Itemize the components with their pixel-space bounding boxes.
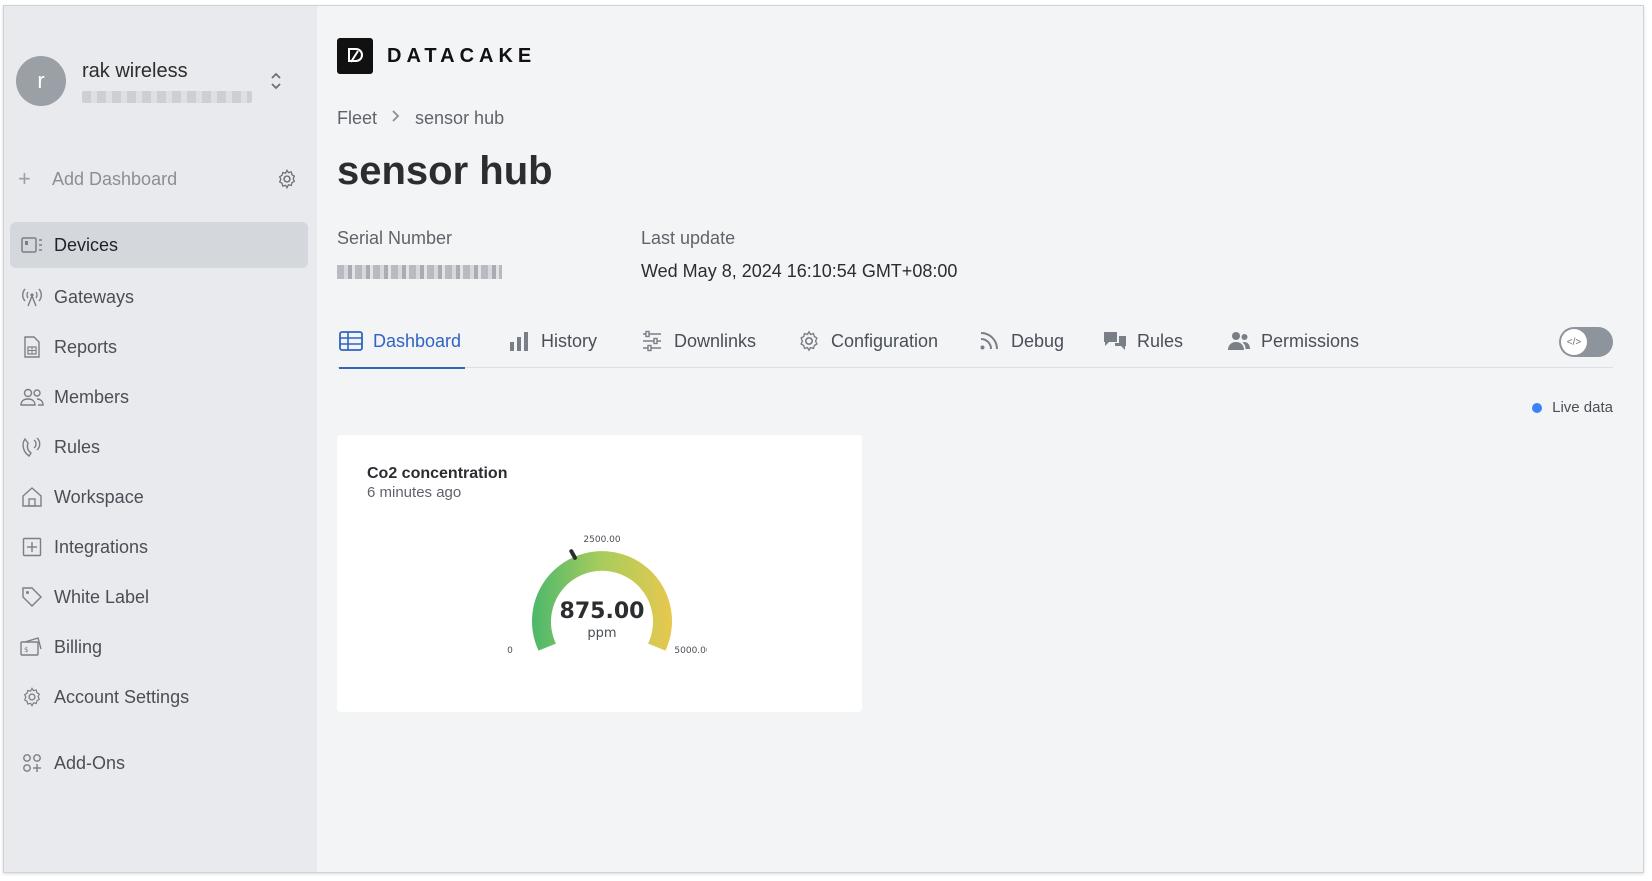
tab-label: Configuration [831,330,939,351]
tab-label: Rules [1137,330,1184,351]
sidebar-item-label: Billing [54,636,103,657]
widget-timestamp: 6 minutes ago [367,484,462,501]
sidebar-item-add-ons[interactable]: Add-Ons [10,738,308,788]
account-name: rak wireless [82,60,188,82]
last-update-block: Last update Wed May 8, 2024 16:10:54 GMT… [641,228,957,282]
sidebar-item-label: White Label [54,586,150,607]
developer-mode-toggle[interactable]: </> [1559,327,1613,357]
sidebar-item-workspace[interactable]: Workspace [10,472,308,522]
account-email-redacted [82,91,252,103]
brand-logo[interactable]: DATACAKE [337,38,536,74]
breadcrumb: Fleet sensor hub [337,108,504,129]
main-content: DATACAKE Fleet sensor hub sensor hub Ser… [317,6,1643,872]
last-update-label: Last update [641,228,736,248]
sidebar-item-label: Gateways [54,286,135,307]
rss-icon [977,329,1001,353]
gauge-mid-label: 2500.00 [583,535,620,545]
add-dashboard-button[interactable]: + Add Dashboard [18,164,298,194]
cog-icon [797,329,821,353]
sidebar-item-label: Members [54,386,130,407]
sidebar-item-label: Reports [54,336,118,357]
rules-icon [20,435,44,459]
gateway-icon [20,285,44,309]
sidebar-item-integrations[interactable]: Integrations [10,522,308,572]
code-icon: </> [1561,329,1587,355]
tab-permissions[interactable]: Permissions [1227,314,1359,368]
account-switcher[interactable]: r rak wireless [16,56,301,112]
add-dashboard-label: Add Dashboard [52,168,178,189]
devices-icon [20,233,44,257]
sidebar-item-white-label[interactable]: White Label [10,572,308,622]
sidebar-item-reports[interactable]: Reports [10,322,308,372]
tab-history[interactable]: History [507,314,597,368]
breadcrumb-fleet-link[interactable]: Fleet [337,108,377,129]
sidebar-item-label: Add-Ons [54,752,126,773]
sidebar-nav: Devices Gateways Reports Members Rules W… [10,222,308,788]
gauge-unit: ppm [587,626,616,641]
serial-number-block: Serial Number [337,228,502,279]
live-data-indicator: Live data [1532,399,1613,416]
sidebar-item-label: Workspace [54,486,144,507]
avatar: r [16,56,66,106]
billing-icon: $ [20,635,44,659]
sidebar-item-label: Integrations [54,536,149,557]
tab-label: Downlinks [674,330,757,351]
live-data-label: Live data [1552,399,1613,416]
workspace-icon [20,485,44,509]
gauge-max-label: 5000.00 [674,646,707,656]
brand-name: DATACAKE [387,44,537,67]
dashboard-settings-gear-icon[interactable] [276,168,298,190]
tag-icon [20,585,44,609]
table-icon [339,329,363,353]
app-window: r rak wireless + Add Dashboard Devices G… [3,5,1644,873]
gauge-min-label: 0 [507,646,513,656]
plus-icon: + [18,166,31,191]
tab-debug[interactable]: Debug [977,314,1064,368]
sidebar-item-rules[interactable]: Rules [10,422,308,472]
tab-dashboard[interactable]: Dashboard [339,314,466,369]
sidebar-item-account-settings[interactable]: Account Settings [10,672,308,722]
chevron-right-icon [391,109,401,128]
live-status-dot [1532,402,1543,413]
tab-rules[interactable]: Rules [1103,314,1183,368]
gauge-value: 875.00 [560,599,645,624]
co2-gauge-widget[interactable]: Co2 concentration 6 minutes ago 2500.00 … [337,435,862,712]
bar-chart-icon [507,329,531,353]
svg-text:$: $ [24,646,28,654]
breadcrumb-current: sensor hub [415,108,505,128]
sidebar-item-devices[interactable]: Devices [10,222,308,268]
members-icon [20,385,44,409]
addons-icon [20,751,44,775]
users-icon [1227,329,1251,353]
sidebar: r rak wireless + Add Dashboard Devices G… [4,6,317,872]
integrations-icon [20,535,44,559]
gauge-needle [569,549,577,560]
serial-number-redacted [337,265,502,279]
tab-label: Debug [1011,330,1065,351]
sidebar-item-gateways[interactable]: Gateways [10,272,308,322]
last-update-value: Wed May 8, 2024 16:10:54 GMT+08:00 [641,261,958,281]
sidebar-item-label: Devices [54,234,119,255]
sliders-icon [640,329,664,353]
sidebar-item-members[interactable]: Members [10,372,308,422]
serial-number-label: Serial Number [337,228,453,248]
sidebar-item-label: Rules [54,436,101,457]
device-tabs: Dashboard History Downlinks Configuratio… [337,314,1613,369]
report-icon [20,335,44,359]
gear-icon [20,685,44,709]
widget-title: Co2 concentration [367,465,508,482]
chevron-up-down-icon[interactable] [269,70,283,92]
datacake-logo-icon [337,38,373,74]
gauge-chart: 2500.00 0 5000.00 875.00 ppm [507,535,707,656]
chat-icon [1103,329,1127,353]
sidebar-item-label: Account Settings [54,686,190,707]
tab-configuration[interactable]: Configuration [797,314,938,368]
tab-downlinks[interactable]: Downlinks [640,314,756,368]
tab-label: History [541,330,598,351]
page-title: sensor hub [337,149,553,193]
tab-label: Permissions [1261,330,1360,351]
sidebar-item-billing[interactable]: $ Billing [10,622,308,672]
tab-label: Dashboard [373,330,462,351]
